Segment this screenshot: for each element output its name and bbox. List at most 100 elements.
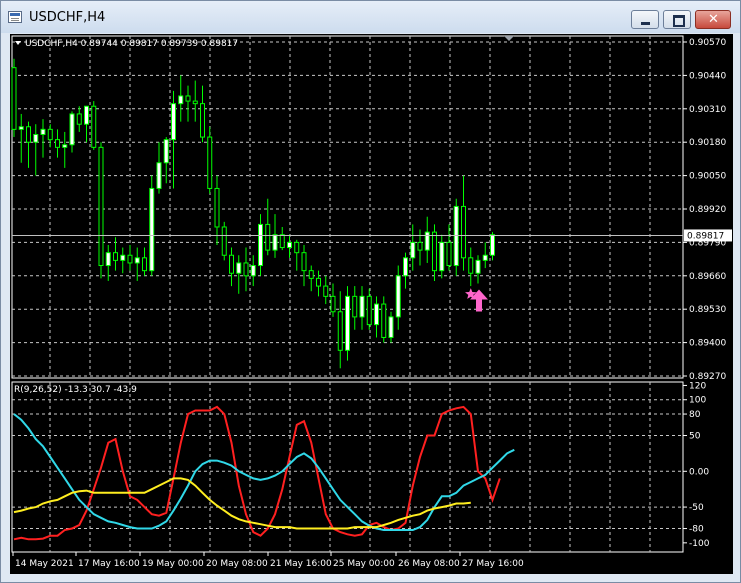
title-bar[interactable]: USDCHF,H4 ✕ (1, 1, 740, 33)
candle-body (47, 128, 53, 141)
candle-body (127, 254, 133, 264)
candle-body (301, 252, 307, 272)
indicator-tick-label: -100 (689, 539, 710, 549)
price-tick-label: 0.89920 (689, 205, 726, 215)
candle-body (214, 187, 220, 228)
price-tick-label: 0.90180 (689, 138, 726, 148)
candle-body (149, 187, 155, 272)
price-info-text: USDCHF,H4 0.89744 0.89817 0.89739 0.8981… (25, 39, 238, 49)
candle-body (381, 303, 387, 338)
maximize-button[interactable] (663, 10, 691, 29)
chart-shift-marker-icon (504, 36, 514, 41)
time-axis-label: 17 May 16:00 (78, 559, 140, 569)
candle-body (374, 303, 379, 326)
candle-body (11, 67, 17, 130)
candle-body (410, 241, 416, 259)
candle-body (91, 105, 97, 148)
close-button[interactable]: ✕ (695, 10, 731, 29)
candle-body (69, 113, 75, 146)
candle-body (461, 205, 466, 259)
candle-body (250, 265, 256, 277)
time-axis-label: 27 May 16:00 (462, 559, 524, 569)
chart-window: USDCHF,H4 ✕ 0.90570 0.90440 0.90310 0.90180… (0, 0, 741, 583)
candle-body (76, 113, 82, 125)
candle-body (221, 226, 227, 256)
candle-body (236, 262, 242, 274)
candle-body (330, 295, 336, 313)
candle-body (40, 128, 46, 135)
candle-body (178, 95, 184, 105)
candle-body (171, 103, 176, 141)
candle-body (18, 126, 24, 130)
indicator-tick-label: -80 (689, 525, 704, 535)
candle-body (207, 136, 213, 189)
candle-body (294, 241, 300, 254)
candle-body (308, 270, 314, 279)
close-icon: ✕ (708, 12, 719, 27)
candle-body (105, 252, 111, 267)
candle-body (192, 100, 198, 105)
candle-body (142, 257, 147, 272)
candle-body (272, 234, 278, 251)
candle-body (316, 277, 321, 287)
price-tick-label: 0.90310 (689, 105, 726, 115)
chart-menu-triangle-icon (15, 41, 21, 45)
candle-body (113, 252, 118, 261)
candle-body (265, 223, 271, 251)
candle-body (475, 259, 481, 274)
indicator-series-line (13, 413, 515, 531)
candle-body (323, 285, 329, 297)
candle-body (352, 295, 358, 318)
indicator-tick-label: 50 (689, 432, 701, 442)
candle-body (366, 295, 372, 326)
candle-body (388, 316, 394, 338)
candle-body (453, 205, 459, 267)
candle-body (395, 275, 401, 318)
indicator-tick-label: 120 (689, 381, 706, 391)
price-tick-label: 0.89400 (689, 339, 726, 349)
candle-body (134, 257, 140, 264)
chart-canvas[interactable]: 0.90570 0.90440 0.90310 0.90180 0.90050 0.899… (10, 34, 733, 574)
candle-body (55, 139, 60, 148)
candle-body (359, 295, 365, 318)
candle-body (120, 254, 126, 261)
candle-body (439, 241, 445, 272)
price-tick-label: 0.90050 (689, 172, 726, 182)
candle-body (98, 146, 104, 267)
candle-body (62, 144, 68, 148)
indicator-tick-label: 0.00 (689, 467, 709, 477)
candle-body (446, 241, 452, 267)
candle-body (243, 262, 249, 277)
candle-body (490, 234, 495, 256)
indicator-tick-label: 100 (689, 396, 706, 406)
candle-body (258, 223, 263, 267)
candle-body (163, 139, 169, 164)
candle-body (468, 257, 474, 274)
price-tick-label: 0.89530 (689, 305, 726, 315)
candle-body (482, 254, 488, 261)
candle-body (156, 162, 162, 189)
minimize-button[interactable] (631, 10, 659, 29)
indicator-pane-border (11, 381, 684, 553)
candle-body (229, 254, 234, 274)
chart-area[interactable]: 0.90570 0.90440 0.90310 0.90180 0.90050 0.899… (10, 34, 733, 574)
time-axis-label: 25 May 00:00 (333, 559, 395, 569)
candle-body (424, 231, 430, 251)
indicator-info-text: R(9,26,52) -13.3 30.7 -43.9 (14, 385, 137, 395)
price-tick-label: 0.89660 (689, 272, 726, 282)
window-title: USDCHF,H4 (29, 10, 106, 25)
candle-body (345, 295, 350, 351)
time-axis-label: 19 May 00:00 (142, 559, 204, 569)
indicator-tick-label: 80 (689, 410, 701, 420)
candle-body (287, 241, 292, 249)
candle-body (417, 241, 423, 251)
chart-window-icon (8, 11, 22, 23)
time-axis-label: 14 May 2021 (15, 559, 74, 569)
current-price-label: 0.89817 (687, 231, 724, 241)
candle-body (432, 231, 437, 272)
indicator-tick-label: -50 (689, 503, 704, 513)
candle-body (84, 105, 89, 125)
time-axis-label: 21 May 16:00 (270, 559, 332, 569)
candle-body (33, 133, 39, 143)
candle-body (403, 257, 408, 277)
